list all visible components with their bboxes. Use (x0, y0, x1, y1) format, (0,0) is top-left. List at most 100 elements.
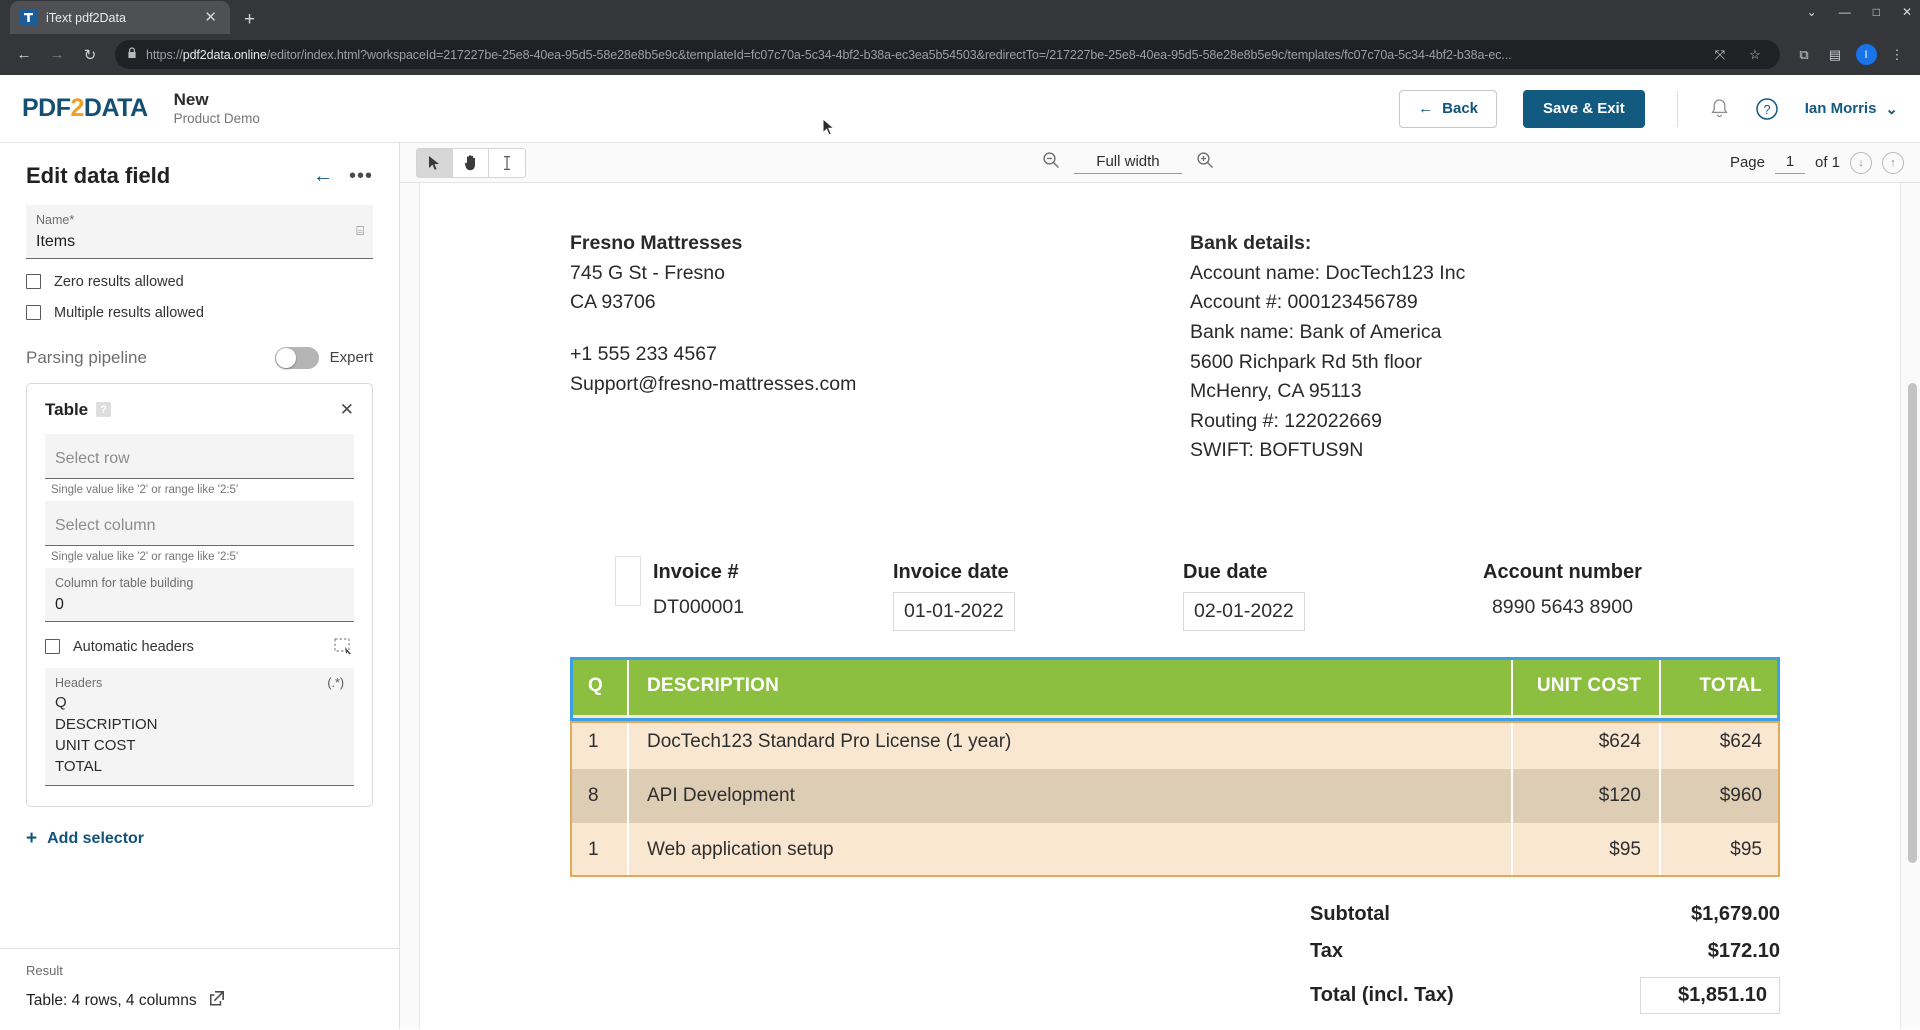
headers-value: Q DESCRIPTION UNIT COST TOTAL (55, 692, 344, 777)
minimize-icon[interactable]: — (1839, 6, 1851, 18)
automatic-headers-row[interactable]: Automatic headers (45, 638, 354, 656)
select-tool-button[interactable] (417, 149, 453, 177)
reload-icon[interactable]: ↻ (76, 41, 104, 69)
select-column-placeholder: Select column (55, 508, 344, 540)
headers-field[interactable]: Headers (.*) Q DESCRIPTION UNIT COST TOT… (45, 668, 354, 787)
profile-avatar[interactable]: I (1853, 42, 1879, 68)
table-help-icon[interactable]: ? (96, 402, 111, 417)
due-date-value: 02-01-2022 (1183, 592, 1305, 631)
multiple-results-checkbox-row[interactable]: Multiple results allowed (26, 305, 373, 321)
company-address-line2: CA 93706 (570, 288, 1130, 318)
share-icon[interactable]: ⤧ (1707, 42, 1733, 68)
side-panel-icon[interactable]: ▤ (1822, 42, 1848, 68)
panel-back-arrow-icon[interactable]: ← (313, 166, 333, 186)
add-selector-button[interactable]: + Add selector (26, 807, 373, 848)
url-text: https://pdf2data.online/editor/index.htm… (146, 48, 1698, 62)
zoom-level-input[interactable]: Full width (1074, 151, 1182, 174)
account-number-value: 8990 5643 8900 (1483, 592, 1642, 623)
back-nav-icon[interactable]: ← (10, 41, 38, 69)
pdf2data-logo[interactable]: PDF2DATA (22, 94, 148, 123)
name-field-label: Name* (36, 212, 363, 230)
viewer-toolbar: Full width Page 1 of 1 ↓ ↑ (400, 143, 1920, 183)
back-button[interactable]: ← Back (1399, 90, 1497, 128)
selection-marquee-icon[interactable] (334, 638, 354, 656)
table-row[interactable]: 8 API Development $120 $960 (570, 769, 1780, 823)
scrollbar-thumb[interactable] (1908, 383, 1917, 863)
multiple-results-label: Multiple results allowed (54, 305, 204, 321)
bank-line: 5600 Richpark Rd 5th floor (1190, 348, 1465, 378)
table-row[interactable]: 1 DocTech123 Standard Pro License (1 yea… (570, 715, 1780, 769)
result-summary-text: Table: 4 rows, 4 columns (26, 992, 197, 1010)
tab-close-icon[interactable]: ✕ (201, 8, 220, 27)
pan-tool-button[interactable] (453, 149, 489, 177)
expert-toggle-label: Expert (330, 349, 373, 366)
zoom-controls: Full width (1042, 151, 1214, 174)
automatic-headers-checkbox[interactable] (45, 639, 60, 654)
app-header: PDF2DATA New Product Demo ← Back Save & … (0, 75, 1920, 143)
new-tab-button[interactable]: + (244, 10, 255, 29)
previous-page-icon[interactable]: ↑ (1882, 152, 1904, 174)
browser-menu-icon[interactable]: ⋮ (1884, 42, 1910, 68)
due-date-label: Due date (1183, 556, 1483, 588)
column-build-value: 0 (55, 593, 344, 616)
bookmark-star-icon[interactable]: ☆ (1742, 42, 1768, 68)
table-row[interactable]: 1 Web application setup $95 $95 (570, 823, 1780, 877)
bank-line: Account #: 000123456789 (1190, 288, 1465, 318)
window-controls: ⌄ — □ ✕ (1807, 6, 1912, 18)
pdf-viewer: Full width Page 1 of 1 ↓ ↑ Fresno Mattre… (400, 143, 1920, 1029)
page-number-input[interactable]: 1 (1775, 152, 1805, 174)
expert-toggle[interactable] (275, 347, 319, 369)
cell-total: $624 (1660, 715, 1780, 769)
user-menu[interactable]: Ian Morris ⌄ (1805, 100, 1898, 118)
select-column-hint: Single value like '2' or range like '2:5… (45, 546, 354, 568)
name-field[interactable]: Name* Items ⌸ (26, 205, 373, 259)
column-header-description: DESCRIPTION (628, 657, 1512, 715)
zoom-out-icon[interactable] (1042, 151, 1060, 174)
bank-details-block: Bank details: Account name: DocTech123 I… (1190, 229, 1465, 466)
close-window-icon[interactable]: ✕ (1902, 6, 1912, 18)
bank-line: Routing #: 122022669 (1190, 407, 1465, 437)
cell-quantity: 1 (570, 823, 628, 877)
automatic-headers-label: Automatic headers (73, 639, 194, 655)
result-section: Result Table: 4 rows, 4 columns (0, 948, 399, 1029)
zero-results-label: Zero results allowed (54, 274, 184, 290)
cell-description: Web application setup (628, 823, 1512, 877)
column-header-total: TOTAL (1660, 657, 1780, 715)
text-select-tool-button[interactable] (489, 149, 525, 177)
invoice-line-items-table[interactable]: Q DESCRIPTION UNIT COST TOTAL 1 DocTech1… (570, 657, 1780, 877)
browser-tab[interactable]: iText pdf2Data ✕ (10, 1, 230, 34)
subtotal-row: Subtotal $1,679.00 (1310, 903, 1780, 926)
maximize-icon[interactable]: □ (1873, 6, 1880, 18)
zero-results-checkbox-row[interactable]: Zero results allowed (26, 274, 373, 290)
tool-group (416, 148, 526, 178)
column-for-table-building-field[interactable]: Column for table building 0 (45, 568, 354, 622)
forward-nav-icon[interactable]: → (43, 41, 71, 69)
extensions-icon[interactable]: ⧉ (1791, 42, 1817, 68)
headers-regex-indicator: (.*) (327, 676, 344, 690)
result-label: Result (26, 963, 373, 978)
invoice-table-wrapper: Q DESCRIPTION UNIT COST TOTAL 1 DocTech1… (570, 657, 1780, 877)
panel-more-options-icon[interactable]: ••• (349, 166, 373, 186)
select-row-field[interactable]: Select row (45, 434, 354, 479)
table-card-close-icon[interactable]: ✕ (340, 401, 354, 418)
notification-bell-icon[interactable] (1710, 98, 1729, 119)
document-scroll-area[interactable]: Fresno Mattresses 745 G St - Fresno CA 9… (400, 183, 1920, 1029)
sidebar-title: Edit data field (26, 163, 297, 189)
next-page-icon[interactable]: ↓ (1850, 152, 1872, 174)
name-field-value: Items (36, 230, 363, 253)
window-chevron-icon[interactable]: ⌄ (1807, 6, 1817, 18)
multiple-results-checkbox[interactable] (26, 305, 41, 320)
open-result-icon[interactable] (209, 990, 225, 1011)
table-card-title: Table (45, 400, 88, 420)
zero-results-checkbox[interactable] (26, 274, 41, 289)
address-bar[interactable]: https://pdf2data.online/editor/index.htm… (115, 40, 1780, 69)
select-column-field[interactable]: Select column (45, 501, 354, 546)
save-and-exit-button[interactable]: Save & Exit (1523, 90, 1645, 128)
company-address-line1: 745 G St - Fresno (570, 259, 1130, 289)
bank-line: Bank name: Bank of America (1190, 318, 1465, 348)
document-scrollbar[interactable] (1907, 183, 1918, 1029)
lock-icon (127, 47, 137, 62)
zoom-in-icon[interactable] (1196, 151, 1214, 174)
help-icon[interactable]: ? (1755, 97, 1779, 121)
name-field-calendar-icon[interactable]: ⌸ (356, 223, 364, 239)
